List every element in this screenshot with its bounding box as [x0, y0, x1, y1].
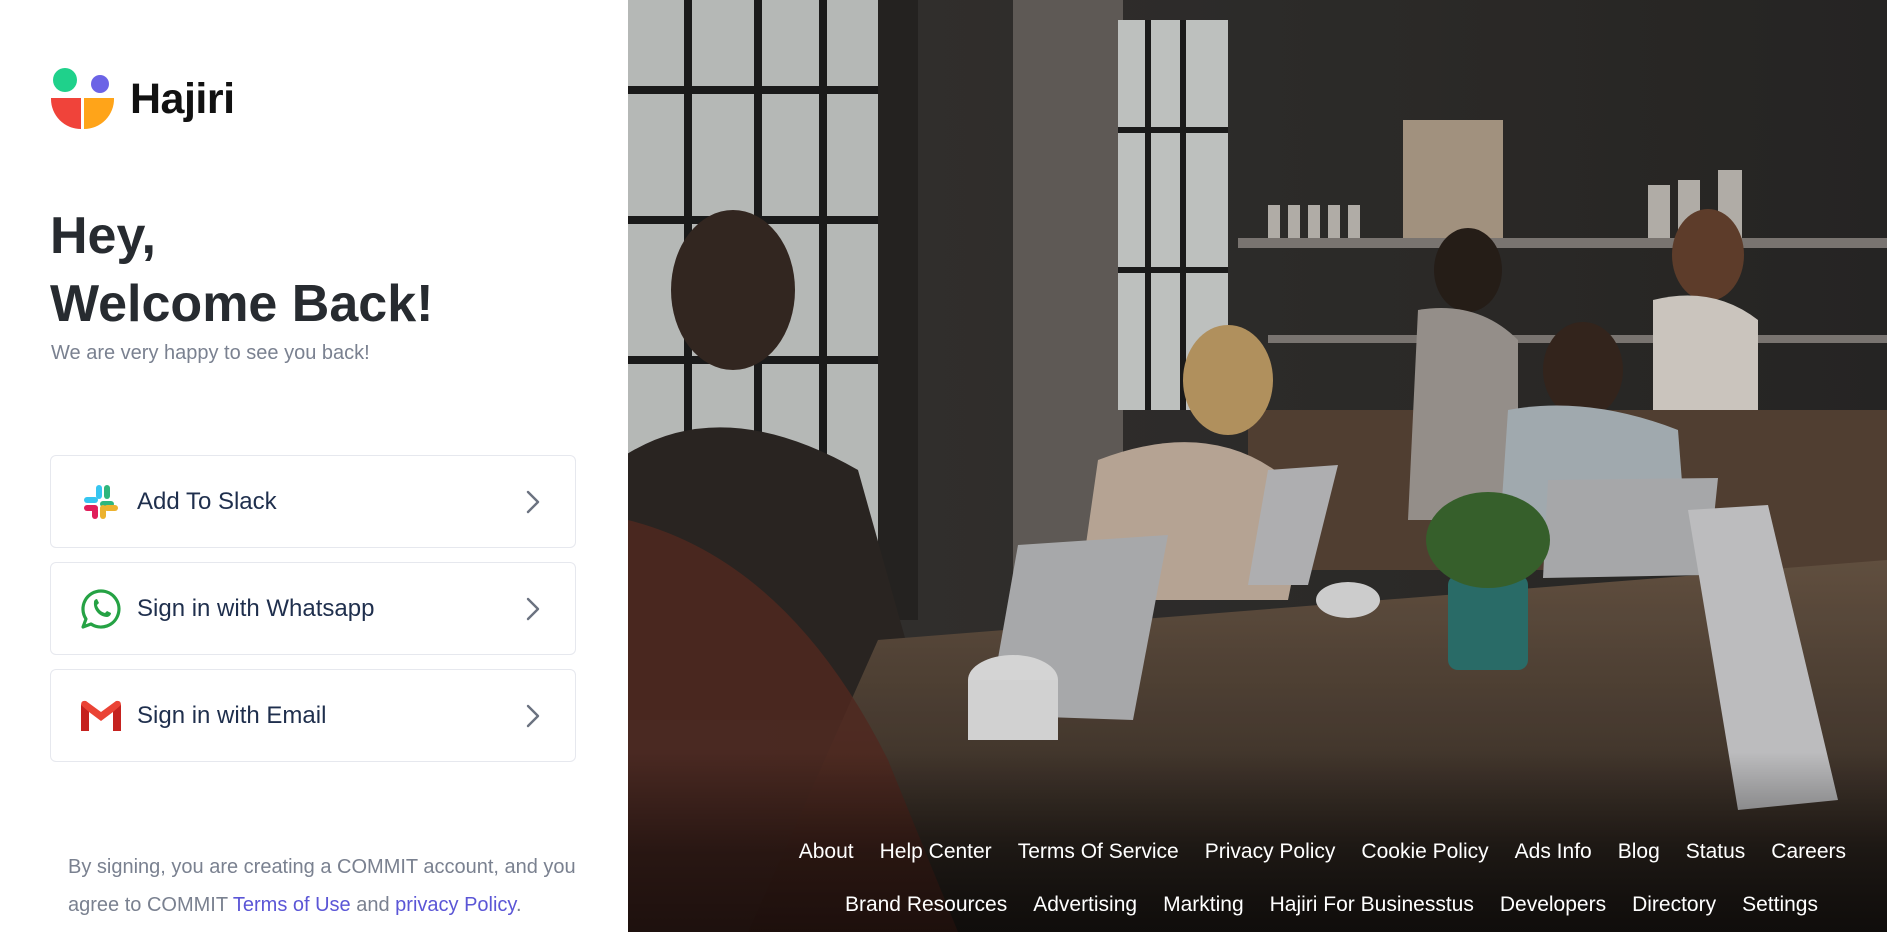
footer-links: About Help Center Terms Of Service Priva…: [628, 752, 1887, 932]
email-signin-button[interactable]: Sign in with Email: [50, 669, 576, 762]
gmail-icon: [79, 694, 123, 738]
add-to-slack-button[interactable]: Add To Slack: [50, 455, 576, 548]
brand-name: Hajiri: [130, 74, 235, 123]
footer-link-help-center[interactable]: Help Center: [880, 840, 992, 864]
footer-link-developers[interactable]: Developers: [1500, 893, 1606, 917]
whatsapp-signin-label: Sign in with Whatsapp: [137, 594, 375, 622]
footer-row-1: About Help Center Terms Of Service Priva…: [773, 840, 1846, 864]
welcome-heading: Hey, Welcome Back!: [50, 202, 433, 338]
add-to-slack-label: Add To Slack: [137, 487, 277, 515]
footer-link-hajiri-for-business[interactable]: Hajiri For Businesstus: [1270, 893, 1474, 917]
footer-link-careers[interactable]: Careers: [1771, 840, 1846, 864]
footer-link-ads-info[interactable]: Ads Info: [1515, 840, 1592, 864]
signin-options: Add To Slack Sign in with Whatsapp Sign …: [50, 455, 576, 776]
footer-link-about[interactable]: About: [799, 840, 854, 864]
email-signin-label: Sign in with Email: [137, 701, 327, 729]
footer-link-advertising[interactable]: Advertising: [1033, 893, 1137, 917]
footer-link-directory[interactable]: Directory: [1632, 893, 1716, 917]
legal-end: .: [515, 894, 522, 916]
slack-icon: [79, 480, 123, 524]
welcome-subtitle: We are very happy to see you back!: [51, 342, 370, 364]
footer-link-blog[interactable]: Blog: [1618, 840, 1660, 864]
footer-link-marketing[interactable]: Markting: [1163, 893, 1244, 917]
whatsapp-signin-button[interactable]: Sign in with Whatsapp: [50, 562, 576, 655]
footer-row-2: Brand Resources Advertising Markting Haj…: [819, 893, 1818, 917]
footer-link-settings[interactable]: Settings: [1742, 893, 1818, 917]
chevron-right-icon: [526, 704, 540, 728]
terms-of-use-link[interactable]: Terms of Use: [233, 894, 351, 916]
login-panel: Hajiri Hey, Welcome Back! We are very ha…: [0, 0, 628, 932]
legal-and: and: [350, 894, 396, 916]
hajiri-logo-icon: [50, 68, 116, 130]
hero-photo: About Help Center Terms Of Service Priva…: [628, 0, 1887, 932]
privacy-policy-link[interactable]: privacy Policy: [395, 894, 516, 916]
login-page: Hajiri Hey, Welcome Back! We are very ha…: [0, 0, 1887, 932]
greeting-line-2: Welcome Back!: [50, 275, 434, 333]
footer-link-cookie-policy[interactable]: Cookie Policy: [1361, 840, 1488, 864]
legal-notice: By signing, you are creating a COMMIT ac…: [68, 848, 608, 924]
chevron-right-icon: [526, 597, 540, 621]
whatsapp-icon: [79, 587, 123, 631]
greeting-line-1: Hey,: [50, 207, 156, 265]
brand-logo[interactable]: Hajiri: [50, 68, 235, 130]
footer-link-brand-resources[interactable]: Brand Resources: [845, 893, 1007, 917]
chevron-right-icon: [526, 490, 540, 514]
footer-link-terms-of-service[interactable]: Terms Of Service: [1018, 840, 1179, 864]
footer-link-status[interactable]: Status: [1686, 840, 1746, 864]
footer-link-privacy-policy[interactable]: Privacy Policy: [1205, 840, 1336, 864]
